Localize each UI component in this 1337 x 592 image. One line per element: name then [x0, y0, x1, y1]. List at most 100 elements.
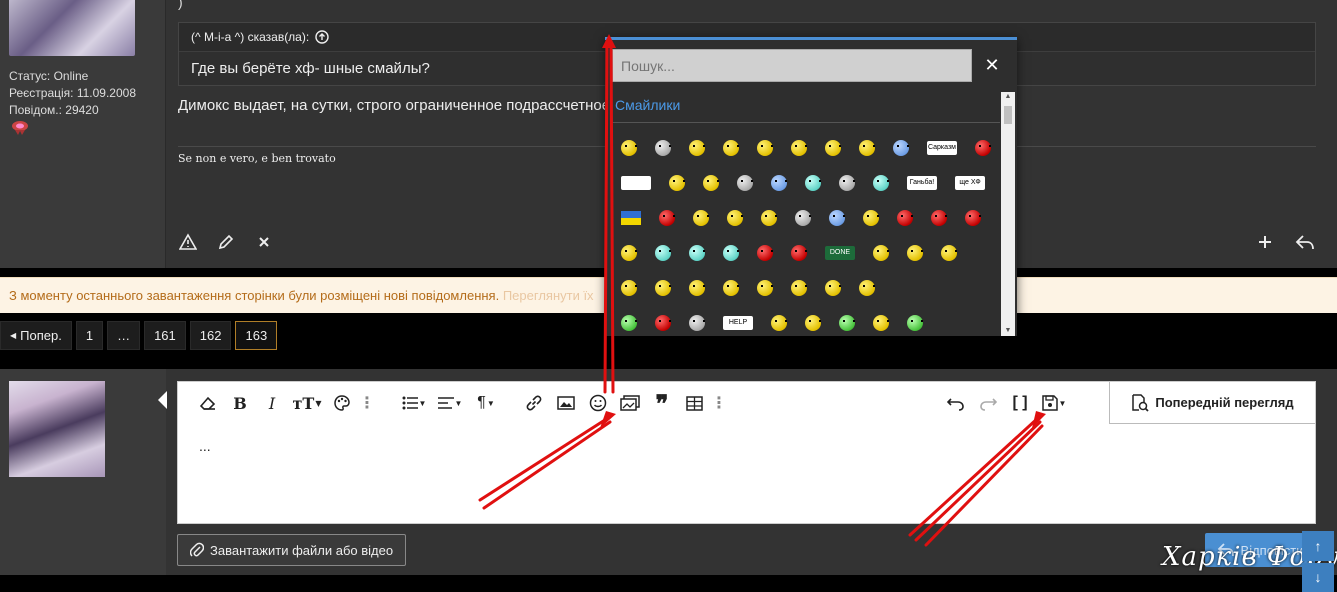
smiley-icon[interactable] — [873, 244, 889, 261]
drafts-icon[interactable]: ▼ — [1036, 388, 1072, 418]
smiley-hf-sign[interactable]: ще ХФ — [955, 175, 985, 190]
smiley-icon[interactable] — [873, 314, 889, 331]
smiley-icon[interactable] — [771, 174, 787, 191]
smiley-sign[interactable] — [621, 175, 651, 190]
smiley-icon[interactable] — [689, 244, 705, 261]
pagination-prev[interactable]: ◀ Попер. — [0, 321, 72, 350]
image-icon[interactable] — [550, 388, 582, 418]
smiley-icon[interactable] — [829, 209, 845, 226]
smiley-sarcasm-sign[interactable]: Сарказм — [927, 140, 957, 155]
scroll-up-icon[interactable]: ↑ — [1302, 531, 1334, 561]
smiley-icon[interactable] — [771, 314, 787, 331]
undo-icon[interactable] — [940, 388, 972, 418]
eraser-icon[interactable] — [192, 388, 224, 418]
smiley-icon[interactable] — [655, 139, 671, 156]
scrollbar-thumb[interactable] — [1004, 106, 1012, 124]
smiley-icon[interactable] — [839, 314, 855, 331]
page-link[interactable]: 161 — [144, 321, 186, 350]
popup-scrollbar[interactable]: ▲ ▼ — [1001, 92, 1015, 336]
smiley-icon[interactable] — [669, 174, 685, 191]
more-dots-icon[interactable]: ⋮ — [358, 388, 376, 418]
table-icon[interactable] — [678, 388, 710, 418]
media-icon[interactable] — [614, 388, 646, 418]
smiley-icon[interactable] — [659, 209, 675, 226]
smiley-icon[interactable] — [859, 139, 875, 156]
smiley-icon[interactable] — [655, 314, 671, 331]
page-current[interactable]: 163 — [235, 321, 278, 350]
smiley-icon[interactable] — [863, 209, 879, 226]
link-icon[interactable] — [518, 388, 550, 418]
smiley-icon[interactable] — [907, 314, 923, 331]
smiley-icon[interactable] — [907, 244, 923, 261]
smiley-icon[interactable] — [737, 174, 753, 191]
smiley-icon[interactable] — [757, 244, 773, 261]
smiley-icon[interactable] — [655, 279, 671, 296]
reply-icon[interactable] — [1295, 232, 1315, 252]
smiley-icon[interactable] — [689, 139, 705, 156]
jump-to-quote-icon[interactable] — [315, 30, 329, 44]
page-ellipsis[interactable]: … — [107, 321, 141, 350]
smiley-icon[interactable] — [975, 139, 991, 156]
redo-icon[interactable] — [972, 388, 1004, 418]
smiley-icon[interactable] — [873, 174, 889, 191]
align-icon[interactable]: ▼ — [432, 388, 468, 418]
multiquote-plus-icon[interactable] — [1255, 232, 1275, 252]
smiley-icon[interactable] — [723, 244, 739, 261]
delete-icon[interactable] — [254, 232, 274, 252]
italic-icon[interactable]: I — [256, 388, 288, 418]
avatar[interactable] — [9, 0, 135, 56]
smiley-icon[interactable] — [703, 174, 719, 191]
smiley-icon[interactable] — [727, 209, 743, 226]
avatar[interactable] — [9, 381, 105, 477]
smiley-shame-sign[interactable]: Ганьба! — [907, 175, 937, 190]
smiley-icon[interactable] — [825, 279, 841, 296]
smiley-icon[interactable] — [795, 209, 811, 226]
editor-content[interactable]: ... — [199, 438, 211, 454]
smiley-icon[interactable] — [825, 139, 841, 156]
smiley-icon[interactable] — [621, 279, 637, 296]
smiley-done-sign[interactable]: DONE — [825, 245, 855, 260]
smiley-icon[interactable] — [893, 139, 909, 156]
bbcode-toggle-icon[interactable]: [ ] — [1004, 388, 1036, 418]
smiley-icon[interactable] — [791, 279, 807, 296]
page-link[interactable]: 162 — [189, 321, 232, 350]
upload-files-button[interactable]: Завантажити файли або відео — [177, 534, 407, 566]
notice-view-link[interactable]: Переглянути їх — [503, 288, 594, 303]
smiley-icon[interactable] — [621, 139, 637, 156]
smiley-icon[interactable] — [582, 388, 614, 418]
smiley-icon[interactable] — [805, 174, 821, 191]
smiley-icon[interactable] — [791, 139, 807, 156]
smiley-icon[interactable] — [723, 139, 739, 156]
scroll-down-icon[interactable]: ↓ — [1302, 562, 1334, 592]
rich-text-editor[interactable]: B I тT ▼ ⋮ ▼ ▼ ¶ ▼ ❞ ⋮ [] ▼ Попередній … — [177, 381, 1316, 524]
report-icon[interactable] — [178, 232, 198, 252]
more-dots-icon[interactable]: ⋮ — [710, 388, 728, 418]
smiley-flag-icon[interactable] — [621, 210, 641, 225]
smiley-search-input[interactable] — [612, 49, 972, 82]
scroll-up-arrow-icon[interactable]: ▲ — [1001, 92, 1015, 102]
list-icon[interactable]: ▼ — [396, 388, 432, 418]
smiley-icon[interactable] — [621, 314, 637, 331]
edit-icon[interactable] — [216, 232, 236, 252]
smiley-icon[interactable] — [965, 209, 981, 226]
smiley-icon[interactable] — [941, 244, 957, 261]
smiley-icon[interactable] — [693, 209, 709, 226]
smiley-icon[interactable] — [757, 139, 773, 156]
page-link[interactable]: 1 — [75, 321, 104, 350]
smiley-icon[interactable] — [655, 244, 671, 261]
preview-button[interactable]: Попередній перегляд — [1109, 382, 1315, 424]
smiley-icon[interactable] — [689, 279, 705, 296]
smiley-icon[interactable] — [757, 279, 773, 296]
smiley-icon[interactable] — [689, 314, 705, 331]
smiley-icon[interactable] — [859, 279, 875, 296]
smiley-icon[interactable] — [761, 209, 777, 226]
palette-icon[interactable] — [326, 388, 358, 418]
bold-icon[interactable]: B — [224, 388, 256, 418]
smiley-icon[interactable] — [723, 279, 739, 296]
close-icon[interactable]: ✕ — [972, 55, 1012, 76]
smiley-icon[interactable] — [931, 209, 947, 226]
smiley-help-sign[interactable]: HELP — [723, 315, 753, 330]
smiley-icon[interactable] — [621, 244, 637, 261]
scroll-down-arrow-icon[interactable]: ▼ — [1001, 326, 1015, 336]
smiley-icon[interactable] — [897, 209, 913, 226]
